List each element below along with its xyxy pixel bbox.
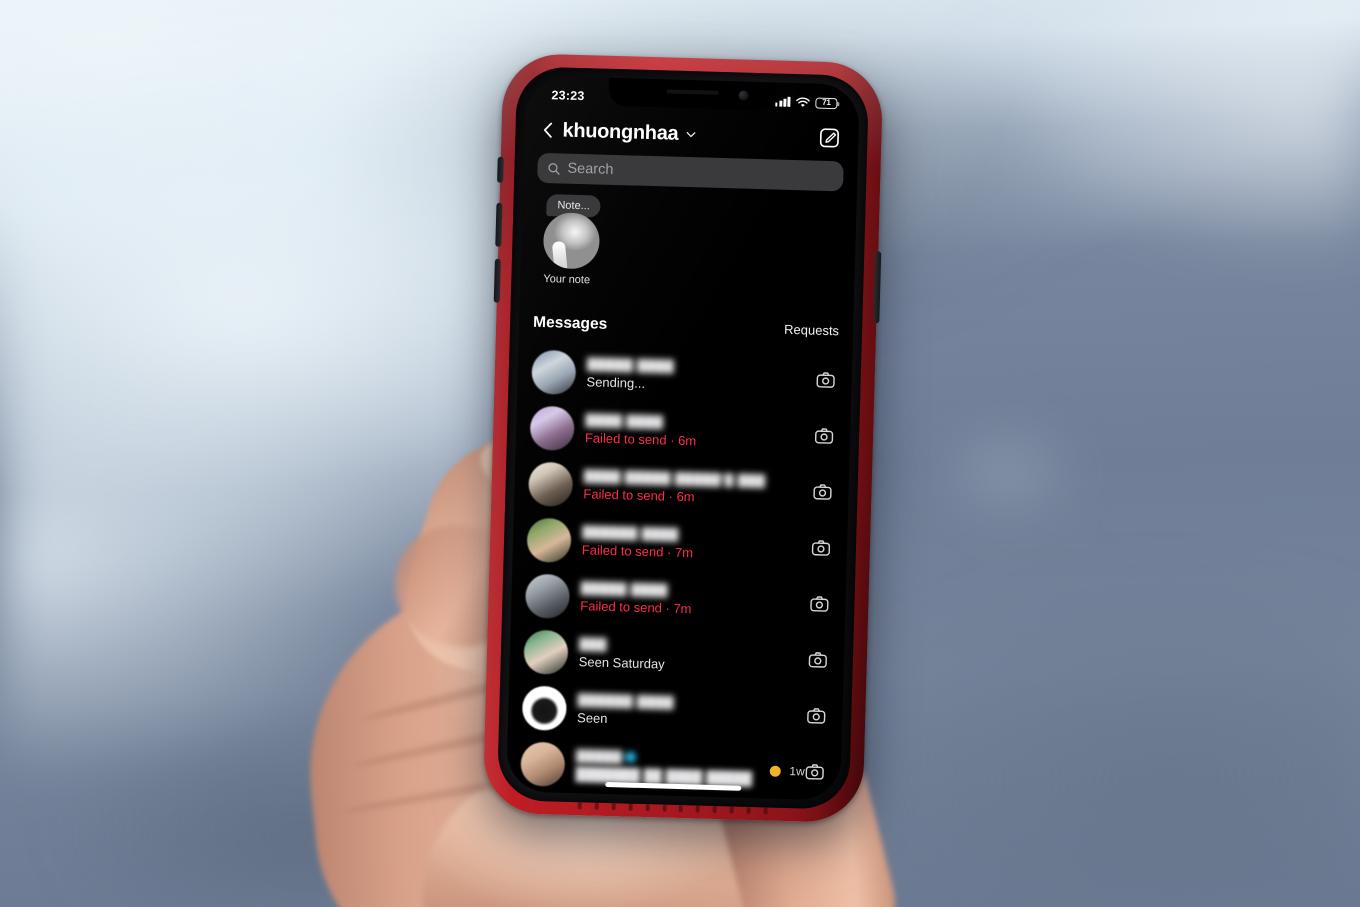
conversation-avatar[interactable] (528, 461, 574, 507)
camera-icon[interactable] (809, 594, 830, 615)
conversation-meta: ██████ ████ Failed to send · 7m (582, 525, 812, 563)
phone-bezel: 23:23 71 khuongnhaa Search Note... Your … (496, 66, 870, 810)
camera-icon[interactable] (812, 482, 833, 503)
back-chevron-icon[interactable] (538, 120, 559, 141)
battery-level: 71 (822, 97, 831, 107)
smartphone: 23:23 71 khuongnhaa Search Note... Your … (482, 52, 884, 824)
conversation-avatar[interactable] (520, 741, 566, 787)
volume-down-button[interactable] (493, 258, 501, 303)
conversation-avatar[interactable] (531, 349, 577, 395)
conversation-status: Failed to send · 7m (580, 598, 692, 617)
camera-button[interactable] (804, 762, 825, 783)
mute-switch[interactable] (497, 156, 504, 183)
conversation-meta: ███ Seen Saturday (579, 637, 809, 675)
conversation-row[interactable]: █████ ████ Failed to send · 7m (511, 567, 846, 632)
conversation-meta: ██████ ████ Seen (577, 693, 807, 731)
conversation-status: Failed to send · 6m (583, 486, 695, 505)
camera-button[interactable] (811, 538, 832, 559)
display-notch (608, 77, 777, 111)
conversation-meta: ████ ████ Failed to send · 6m (585, 413, 815, 451)
conversation-avatar[interactable] (524, 573, 571, 619)
camera-icon[interactable] (806, 706, 827, 727)
conversation-row[interactable]: ████ █████ █████'█ ███ Failed to send · 6… (514, 455, 849, 520)
status-time: 23:23 (551, 88, 585, 104)
conversation-status: Failed to send · 7m (581, 542, 694, 561)
front-camera (738, 90, 749, 101)
earpiece-speaker (666, 89, 719, 95)
conversation-status: Seen Saturday (578, 654, 665, 672)
chevron-down-icon (686, 131, 696, 137)
camera-button[interactable] (815, 370, 836, 391)
notes-tray: Note... Your note (520, 193, 856, 295)
phone-screen: 23:23 71 khuongnhaa Search Note... Your … (506, 75, 860, 801)
compose-icon[interactable] (818, 127, 841, 150)
conversation-row[interactable]: ████ ████ Failed to send · 6m (515, 399, 850, 464)
camera-button[interactable] (814, 426, 835, 447)
messages-label: Messages (532, 313, 608, 333)
conversation-row[interactable]: ██████ ████ Failed to send · 7m (512, 511, 847, 576)
conversation-row[interactable]: █████ ███████ ██ ████ █████ 1w (506, 735, 841, 800)
camera-button[interactable] (808, 650, 829, 671)
search-bar[interactable]: Search (537, 152, 844, 192)
username-emoji-icon (625, 751, 637, 763)
camera-icon[interactable] (811, 538, 832, 559)
volume-up-button[interactable] (495, 202, 503, 247)
camera-icon[interactable] (815, 370, 836, 391)
conversation-row[interactable]: ██████ ████ Seen (508, 679, 843, 744)
conversation-status: Seen (576, 710, 608, 726)
battery-icon: 71 (815, 97, 838, 109)
wifi-icon (796, 97, 810, 107)
search-icon (548, 162, 560, 175)
conversation-avatar[interactable] (523, 629, 569, 675)
your-note-label: Your note (543, 273, 591, 287)
conversation-avatar[interactable] (521, 685, 568, 731)
camera-icon[interactable] (814, 426, 835, 447)
your-note-avatar[interactable] (542, 212, 601, 270)
signal-bars-icon (775, 96, 791, 107)
page-title: khuongnhaa (562, 119, 679, 145)
camera-button[interactable] (806, 706, 827, 727)
camera-button[interactable] (809, 594, 830, 615)
camera-button[interactable] (812, 482, 833, 503)
camera-icon[interactable] (804, 762, 825, 783)
conversation-meta: █████ ████ Failed to send · 7m (580, 581, 810, 619)
camera-icon[interactable] (808, 650, 829, 671)
conversation-meta: █████ ████ Sending... (586, 357, 816, 395)
conversation-avatar[interactable] (529, 405, 575, 451)
conversation-status: Failed to send · 6m (584, 430, 697, 449)
conversation-row[interactable]: █████ ████ Sending... (517, 343, 852, 408)
account-switcher[interactable]: khuongnhaa (562, 119, 697, 146)
your-note-item[interactable]: Note... Your note (542, 194, 602, 287)
messages-section-header: Messages Requests (533, 314, 839, 341)
conversation-avatar[interactable] (526, 517, 572, 563)
requests-link[interactable]: Requests (784, 322, 839, 339)
conversation-row[interactable]: ███ Seen Saturday (509, 623, 844, 688)
conversation-status: Sending... (586, 374, 646, 391)
conversation-meta: ████ █████ █████'█ ███ Failed to send · 6… (583, 469, 813, 507)
search-input[interactable]: Search (567, 161, 613, 178)
conversation-list[interactable]: █████ ████ Sending... ████ ████ Failed to s… (506, 343, 852, 800)
status-indicators: 71 (775, 96, 838, 109)
